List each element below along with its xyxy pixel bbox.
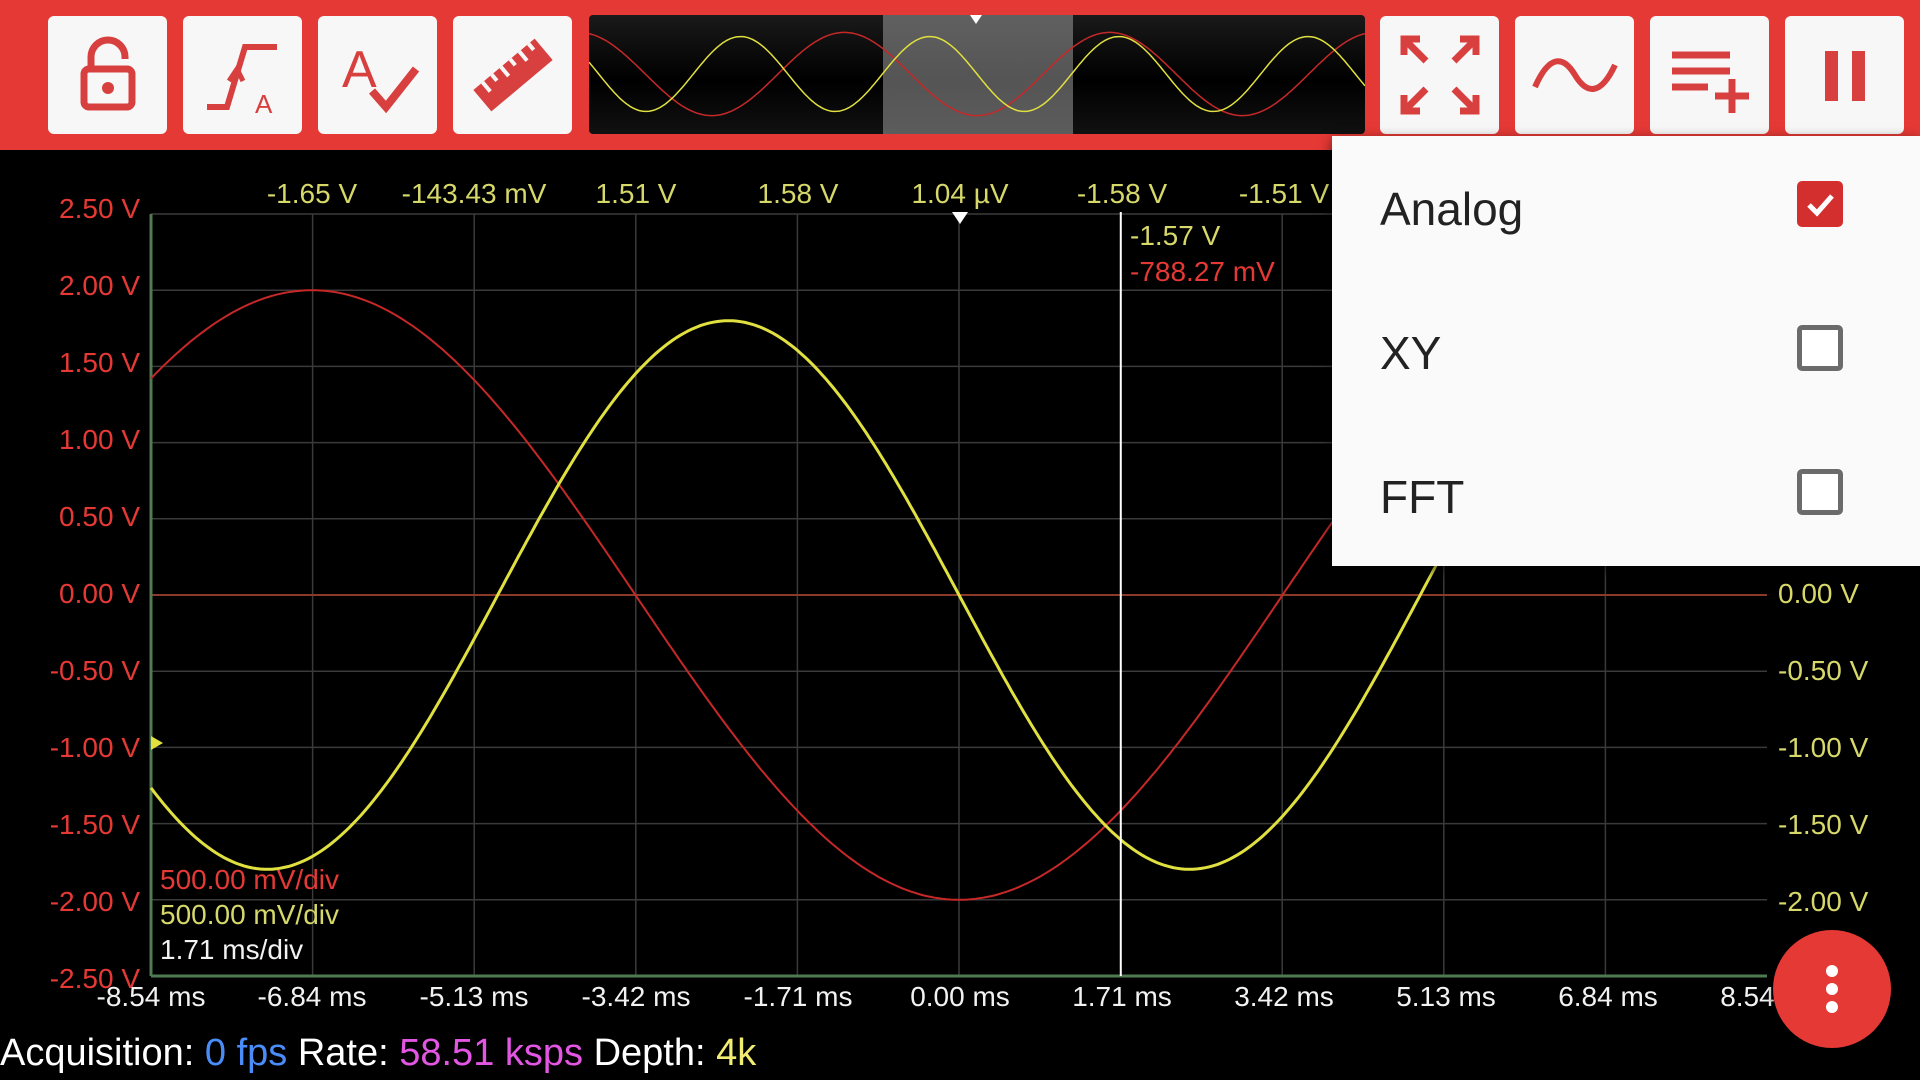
- depth-label: Depth:: [593, 1032, 706, 1074]
- trigger-button[interactable]: A: [183, 16, 302, 134]
- fit-screen-button[interactable]: [1380, 16, 1499, 134]
- x-tick-label: 5.13 ms: [1396, 981, 1496, 1012]
- rate-value: 58.51 ksps: [399, 1032, 584, 1074]
- y-tick-label-right: 0.00 V: [1778, 578, 1859, 609]
- acquisition-label: Acquisition:: [0, 1032, 195, 1074]
- x-tick-label: -3.42 ms: [581, 981, 691, 1012]
- readout-value: 1.04 µV: [911, 178, 1009, 209]
- fft-checkbox[interactable]: [1797, 469, 1843, 515]
- x-tick-label: -6.84 ms: [257, 981, 367, 1012]
- x-tick-label: 6.84 ms: [1558, 981, 1658, 1012]
- pause-icon: [1824, 51, 1865, 101]
- channel-1-scale: 500.00 mV/div: [160, 864, 339, 895]
- svg-text:A: A: [342, 41, 377, 99]
- lock-button[interactable]: [48, 16, 167, 134]
- cursor-readout-ch1: -788.27 mV: [1130, 256, 1275, 287]
- waveform-generator-button[interactable]: [1515, 16, 1634, 134]
- x-tick-label: 0.00 ms: [910, 981, 1010, 1012]
- y-tick-label: 0.50 V: [59, 501, 140, 532]
- x-tick-label: 1.71 ms: [1072, 981, 1172, 1012]
- trigger-position-marker-icon: [952, 212, 968, 224]
- readout-value: -1.65 V: [266, 178, 358, 209]
- measure-button[interactable]: [453, 16, 572, 134]
- waveform-icon: [1531, 58, 1618, 92]
- readout-value: 1.51 V: [595, 178, 677, 209]
- channel-2-scale: 500.00 mV/div: [160, 899, 339, 930]
- lock-icon: [80, 36, 135, 111]
- y-tick-label: 1.00 V: [59, 424, 140, 455]
- y-tick-label: -2.00 V: [49, 886, 140, 917]
- menu-item-xy[interactable]: XY: [1332, 280, 1920, 424]
- depth-value: 4k: [716, 1032, 757, 1074]
- more-options-button[interactable]: [1773, 930, 1891, 1048]
- x-tick-label: -8.54 ms: [96, 981, 206, 1012]
- y-tick-label-right: -1.50 V: [1778, 809, 1869, 840]
- menu-item-label: XY: [1380, 327, 1442, 379]
- cursor-readout-ch2: -1.57 V: [1130, 220, 1221, 251]
- more-vert-icon: [1826, 965, 1838, 1013]
- auto-check-icon: A: [342, 41, 419, 114]
- xy-checkbox[interactable]: [1797, 325, 1843, 371]
- toolbar: A A: [0, 0, 1920, 150]
- pause-button[interactable]: [1785, 16, 1904, 134]
- overview-plot: [589, 15, 1365, 134]
- rate-label: Rate:: [297, 1032, 389, 1074]
- svg-text:A: A: [255, 89, 273, 119]
- y-tick-label: 2.00 V: [59, 270, 140, 301]
- x-tick-label: 3.42 ms: [1234, 981, 1334, 1012]
- fit-screen-icon: [1400, 35, 1479, 115]
- y-tick-label: -0.50 V: [49, 655, 140, 686]
- display-mode-menu: Analog XY FFT: [1332, 136, 1920, 566]
- readout-value: -1.51 V: [1238, 178, 1330, 209]
- menu-item-analog[interactable]: Analog: [1332, 136, 1920, 280]
- analog-checkbox[interactable]: [1797, 181, 1843, 227]
- menu-item-label: Analog: [1380, 183, 1524, 235]
- y-tick-label-right: -0.50 V: [1778, 655, 1869, 686]
- y-tick-label: 2.50 V: [59, 193, 140, 224]
- acquisition-value: 0 fps: [204, 1032, 288, 1074]
- ruler-icon: [472, 38, 553, 112]
- y-tick-label: -1.00 V: [49, 732, 140, 763]
- y-tick-label: 0.00 V: [59, 578, 140, 609]
- readout-value: -1.58 V: [1076, 178, 1168, 209]
- x-tick-label: -1.71 ms: [743, 981, 853, 1012]
- y-tick-label: -1.50 V: [49, 809, 140, 840]
- menu-item-label: FFT: [1380, 471, 1465, 523]
- x-tick-label: -5.13 ms: [419, 981, 529, 1012]
- y-tick-label: 1.50 V: [59, 347, 140, 378]
- time-scale: 1.71 ms/div: [160, 934, 304, 965]
- add-list-icon: [1671, 51, 1749, 113]
- y-tick-label-right: -2.00 V: [1778, 886, 1869, 917]
- waveform-overview[interactable]: [589, 15, 1365, 134]
- readout-value: -143.43 mV: [401, 178, 547, 209]
- auto-set-button[interactable]: A: [318, 16, 437, 134]
- y-tick-label-right: -1.00 V: [1778, 732, 1869, 763]
- readout-value: 1.58 V: [757, 178, 839, 209]
- checkmark-icon: [1807, 194, 1834, 217]
- trigger-icon: A: [206, 44, 277, 119]
- add-channel-button[interactable]: [1650, 16, 1769, 134]
- status-bar: Acquisition: 0 fps Rate: 58.51 ksps Dept…: [0, 1032, 756, 1075]
- menu-item-fft[interactable]: FFT: [1332, 424, 1920, 568]
